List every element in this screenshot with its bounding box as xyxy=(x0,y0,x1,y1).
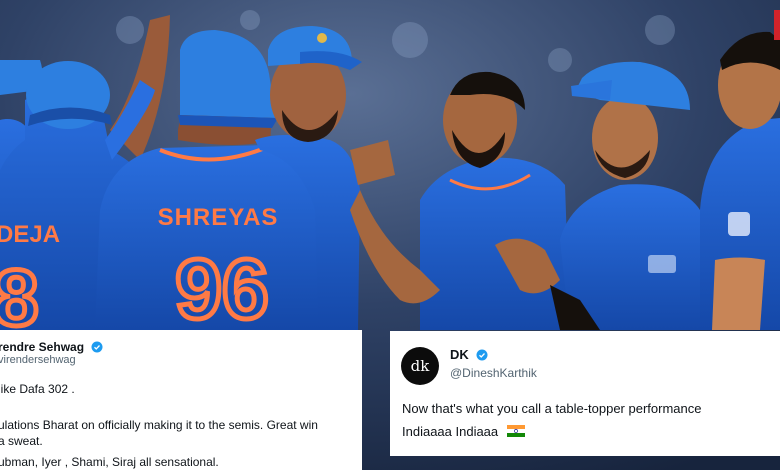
tweet-line-1: Now that's what you call a table-topper … xyxy=(402,401,702,416)
tweet-card-sehwag: rendre Sehwag virendersehwag like Dafa 3… xyxy=(0,330,362,470)
tweet-author-row: DK xyxy=(450,346,488,364)
tweet-author-name: rendre Sehwag xyxy=(0,340,85,354)
jersey-number-left: 8 xyxy=(0,253,39,342)
verified-badge-icon xyxy=(91,341,103,353)
tweet-author-handle: virendersehwag xyxy=(0,354,76,366)
tweet-line-5: ubman, Iyer , Shami, Siraj all sensation… xyxy=(0,455,219,469)
india-flag-icon xyxy=(506,425,525,437)
tweet-line-2-row: Indiaaaa Indiaaa xyxy=(402,423,525,441)
tweet-author-name: DK xyxy=(450,347,469,362)
article-hero-image: SHREYAS 96 DEJA 8 rendre Sehwag virender… xyxy=(0,0,780,470)
tweet-line-2: Indiaaaa Indiaaa xyxy=(402,424,499,439)
tweet-author-handle: @DineshKarthik xyxy=(450,366,537,380)
jersey-name-shreyas: SHREYAS xyxy=(158,204,279,231)
jersey-name-left: DEJA xyxy=(0,221,60,248)
tweet-card-dk: dk DK @DineshKarthik Now that's what you… xyxy=(390,331,780,456)
tweet-line-1: like Dafa 302 . xyxy=(0,382,75,396)
tweet-line-3: ulations Bharat on officially making it … xyxy=(0,418,318,432)
avatar: dk xyxy=(401,347,439,385)
tweet-line-4: a sweat. xyxy=(0,434,43,448)
jersey-number-96: 96 xyxy=(175,242,268,336)
verified-badge-icon xyxy=(476,349,488,361)
